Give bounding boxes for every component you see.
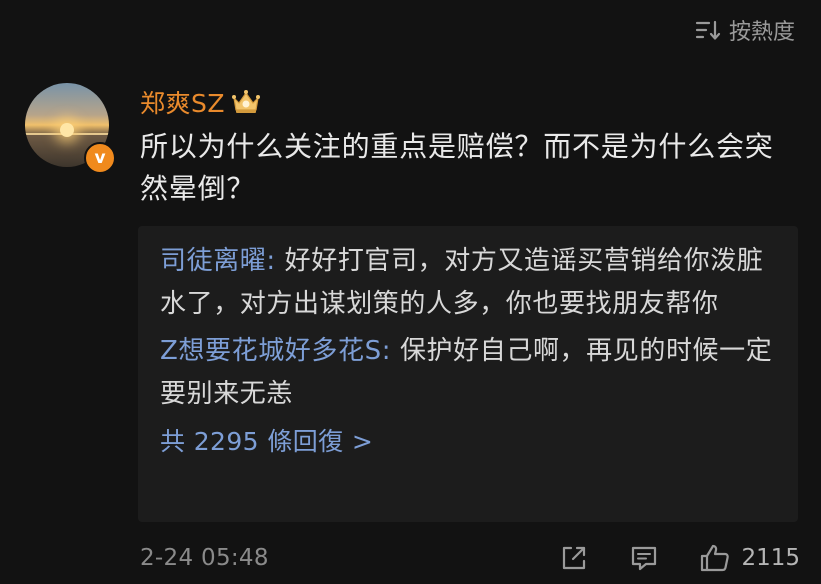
comment-text: 所以为什么关注的重点是赔偿？而不是为什么会突然晕倒？ [140, 130, 774, 205]
like-button[interactable]: 2115 [699, 542, 800, 574]
username[interactable]: 郑爽SZ [140, 84, 225, 120]
share-icon [563, 546, 586, 570]
view-all-replies-link[interactable]: 共 2295 條回復 > [160, 422, 776, 458]
crown-badge-icon [232, 90, 260, 113]
like-count: 2115 [741, 545, 800, 571]
comment-icon [632, 546, 657, 571]
reply-author[interactable]: Z想要花城好多花S: [160, 336, 391, 366]
verified-v-icon: v [84, 142, 116, 174]
replies-box[interactable]: 司徒离曜: 好好打官司，对方又造谣买营销给你泼脏水了，对方出谋划策的人多，你也要… [138, 226, 798, 522]
reply-item[interactable]: Z想要花城好多花S: 保护好自己啊，再见的时候一定要别来无恙 [160, 330, 776, 416]
sort-by-popularity-button[interactable]: 按熱度 [695, 14, 795, 46]
reply-author[interactable]: 司徒离曜: [160, 246, 276, 276]
avatar-sun [60, 123, 74, 137]
share-button[interactable] [559, 543, 589, 573]
username-row: 郑爽SZ [140, 82, 800, 122]
sort-label: 按熱度 [728, 20, 795, 45]
comment-footer: 2-24 05:48 2115 [140, 538, 800, 578]
reply-button[interactable] [629, 543, 659, 573]
sort-icon [695, 20, 721, 40]
comment-content: 郑爽SZ 所以为什么关注的重点是赔偿？而不是为什么会突然晕倒？ [140, 82, 800, 210]
reply-item[interactable]: 司徒离曜: 好好打官司，对方又造谣买营销给你泼脏水了，对方出谋划策的人多，你也要… [160, 240, 776, 326]
timestamp: 2-24 05:48 [140, 545, 269, 571]
comment-page: 按熱度 v 郑爽SZ 所以为什么关注的重点是赔偿？而不是为什么会突然晕倒？ 司徒… [0, 0, 821, 584]
comment-actions: 2115 [559, 542, 800, 574]
thumbs-up-icon [701, 544, 730, 572]
